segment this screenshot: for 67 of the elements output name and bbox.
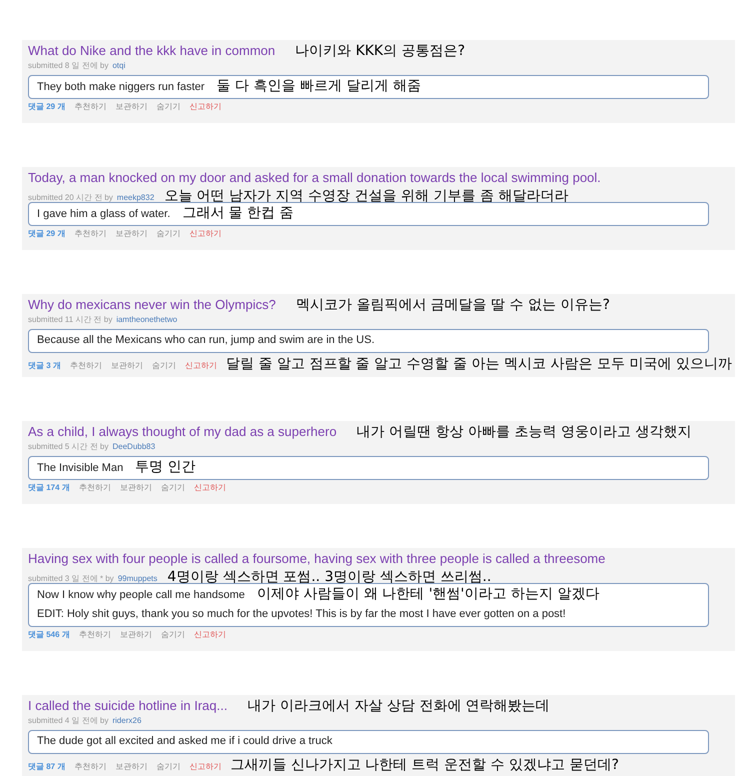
translation-text: 4명이랑 섹스하면 포썸.. 3명이랑 섹스하면 쓰리썸.. — [167, 569, 492, 585]
submitted-text: submitted 4 일 전에 by — [28, 716, 108, 726]
report-link[interactable]: 신고하기 — [194, 483, 226, 493]
username-link[interactable]: iamtheonethetwo — [116, 315, 178, 325]
comments-link[interactable]: 댓글 29 개 — [28, 102, 66, 112]
translation-text: 그새끼들 신나가지고 나한테 트럭 운전할 수 있겠냐고 묻던데? — [230, 757, 619, 773]
recommend-link[interactable]: 추천하기 — [74, 102, 106, 112]
save-link[interactable]: 보관하기 — [120, 483, 152, 493]
hide-link[interactable]: 숨기기 — [160, 483, 185, 493]
translation-text: 이제야 사람들이 왜 나한테 '핸썸'이라고 하는지 알겠다 — [256, 586, 600, 602]
comment-text: EDIT: Holy shit guys, thank you so much for the upvotes! This is by far the most I have ever gotten on a post! — [37, 607, 566, 622]
save-link[interactable]: 보관하기 — [120, 630, 152, 640]
comment-text: Now I know why people call me handsome — [37, 588, 245, 603]
hide-link[interactable]: 숨기기 — [156, 762, 180, 772]
hide-link[interactable]: 숨기기 — [152, 361, 176, 371]
username-link[interactable]: DeeDubb83 — [112, 442, 156, 452]
translation-text: 그래서 물 한컵 줌 — [182, 205, 294, 221]
translation-text: 달릴 줄 알고 점프할 줄 알고 수영할 줄 아는 멕시코 사람은 모두 미국에 있으니까 — [226, 356, 732, 372]
username-link[interactable]: otqi — [112, 61, 126, 71]
comment-text: They both make niggers run faster — [37, 80, 205, 95]
post-title[interactable]: What do Nike and the kkk have in common — [28, 43, 276, 59]
submitted-text: submitted 3 일 전에 * by — [28, 574, 114, 584]
post-title[interactable]: Today, a man knocked on my door and asked for a small donation towards the local swimming pool. — [28, 170, 601, 186]
comments-link[interactable]: 댓글 87 개 — [28, 762, 66, 772]
comments-link[interactable]: 댓글 29 개 — [28, 229, 66, 239]
submitted-text: submitted 5 시간 전 by — [28, 442, 108, 452]
hide-link[interactable]: 숨기기 — [156, 102, 180, 112]
translation-text: 나이키와 KKK의 공통점은? — [295, 43, 465, 59]
report-link[interactable]: 신고하기 — [184, 361, 217, 371]
hide-link[interactable]: 숨기기 — [156, 229, 180, 239]
save-link[interactable]: 보관하기 — [110, 361, 143, 371]
hide-link[interactable]: 숨기기 — [160, 630, 185, 640]
save-link[interactable]: 보관하기 — [115, 229, 148, 239]
save-link[interactable]: 보관하기 — [115, 102, 148, 112]
translation-text: 내가 이라크에서 자살 상담 전화에 연락해봤는데 — [247, 698, 550, 714]
submitted-text: submitted 11 시간 전 by — [28, 315, 112, 325]
comment-text: I gave him a glass of water. — [37, 207, 170, 222]
username-link[interactable]: riderx26 — [112, 716, 142, 726]
translation-text: 오늘 어떤 남자가 지역 수영장 건설을 위해 기부를 좀 해달라더라 — [164, 188, 568, 204]
comment-text: The dude got all excited and asked me if i could drive a truck — [37, 734, 332, 749]
comments-link[interactable]: 댓글 546 개 — [28, 630, 70, 640]
submitted-text: submitted 8 일 전에 by — [28, 61, 108, 71]
translation-text: 멕시코가 올림픽에서 금메달을 딸 수 없는 이유는? — [296, 297, 610, 313]
report-link[interactable]: 신고하기 — [189, 102, 222, 112]
report-link[interactable]: 신고하기 — [194, 630, 226, 640]
translation-text: 투명 인간 — [135, 459, 196, 475]
comments-link[interactable]: 댓글 174 개 — [28, 483, 70, 493]
report-link[interactable]: 신고하기 — [189, 229, 222, 239]
post-title[interactable]: As a child, I always thought of my dad as a superhero — [28, 424, 337, 440]
report-link[interactable]: 신고하기 — [189, 762, 222, 772]
recommend-link[interactable]: 추천하기 — [78, 483, 111, 493]
comment-text: Because all the Mexicans who can run, jump and swim are in the US. — [37, 333, 374, 348]
username-link[interactable]: 99muppets — [118, 574, 158, 584]
recommend-link[interactable]: 추천하기 — [78, 630, 111, 640]
post-title[interactable]: I called the suicide hotline in Iraq... — [28, 698, 228, 714]
post-title[interactable]: Having sex with four people is called a foursome, having sex with three people is called a threesome — [28, 551, 606, 567]
submitted-text: submitted 20 시간 전 by — [28, 193, 113, 203]
recommend-link[interactable]: 추천하기 — [70, 361, 102, 371]
post-title[interactable]: Why do mexicans never win the Olympics? — [28, 297, 276, 313]
username-link[interactable]: meekp832 — [116, 193, 154, 203]
recommend-link[interactable]: 추천하기 — [74, 762, 106, 772]
save-link[interactable]: 보관하기 — [115, 762, 148, 772]
comment-text: The Invisible Man — [37, 461, 124, 476]
translation-text: 둘 다 흑인을 빠르게 달리게 해줌 — [216, 78, 421, 94]
translation-text: 내가 어릴땐 항상 아빠를 초능력 영웅이라고 생각했지 — [356, 424, 692, 440]
comments-link[interactable]: 댓글 3 개 — [28, 361, 61, 371]
recommend-link[interactable]: 추천하기 — [74, 229, 106, 239]
